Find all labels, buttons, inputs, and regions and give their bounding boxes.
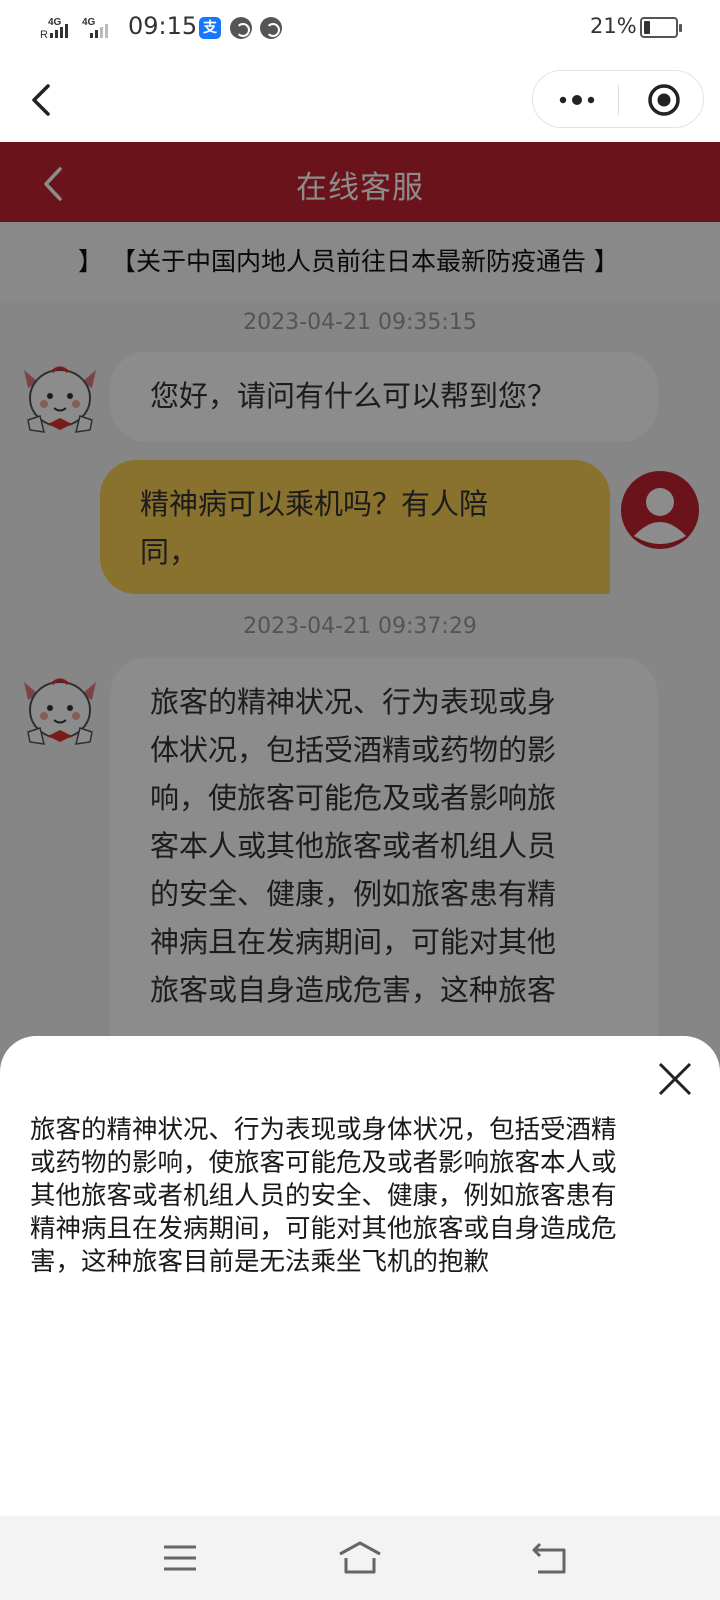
sheet-message-text: 旅客的精神状况、行为表现或身体状况，包括受酒精 或药物的影响，使旅客可能危及或者…	[30, 1114, 690, 1279]
notification-icon	[230, 17, 252, 39]
sheet-line: 旅客的精神状况、行为表现或身体状况，包括受酒精	[30, 1115, 617, 1145]
svg-text:4G: 4G	[48, 17, 62, 28]
svg-text:4G: 4G	[82, 17, 96, 28]
target-circle-icon[interactable]	[647, 83, 681, 117]
back-arrow-icon[interactable]	[530, 1540, 570, 1576]
mini-program-nav	[0, 58, 720, 142]
menu-lines-icon[interactable]	[160, 1540, 200, 1576]
notification-icon	[260, 17, 282, 39]
alipay-icon: 支	[199, 17, 221, 39]
capsule-divider	[618, 85, 619, 115]
sheet-line: 或药物的影响，使旅客可能危及或者影响旅客本人或	[30, 1148, 617, 1178]
battery-percent: 21%	[590, 14, 637, 38]
message-detail-sheet: 旅客的精神状况、行为表现或身体状况，包括受酒精 或药物的影响，使旅客可能危及或者…	[0, 1036, 720, 1516]
home-icon[interactable]	[336, 1540, 384, 1576]
capsule-menu	[532, 70, 704, 128]
battery-icon	[640, 17, 682, 38]
chevron-left-icon[interactable]	[24, 78, 60, 122]
battery-level	[644, 21, 651, 34]
system-nav-bar	[0, 1516, 720, 1600]
more-dots-icon[interactable]	[557, 85, 597, 115]
sheet-line: 精神病且在发病期间，可能对其他旅客或自身造成危	[30, 1214, 617, 1244]
status-time: 09:15	[128, 12, 198, 40]
sheet-line: 害，这种旅客目前是无法乘坐飞机的抱歉	[30, 1247, 490, 1277]
close-x-icon[interactable]	[656, 1060, 694, 1098]
sheet-line: 其他旅客或者机组人员的安全、健康，例如旅客患有	[30, 1181, 617, 1211]
signal-icon: R 4G 4G	[40, 17, 108, 40]
svg-text:R: R	[40, 29, 48, 40]
status-bar: R 4G 4G 09:15 支 21%	[0, 0, 720, 58]
